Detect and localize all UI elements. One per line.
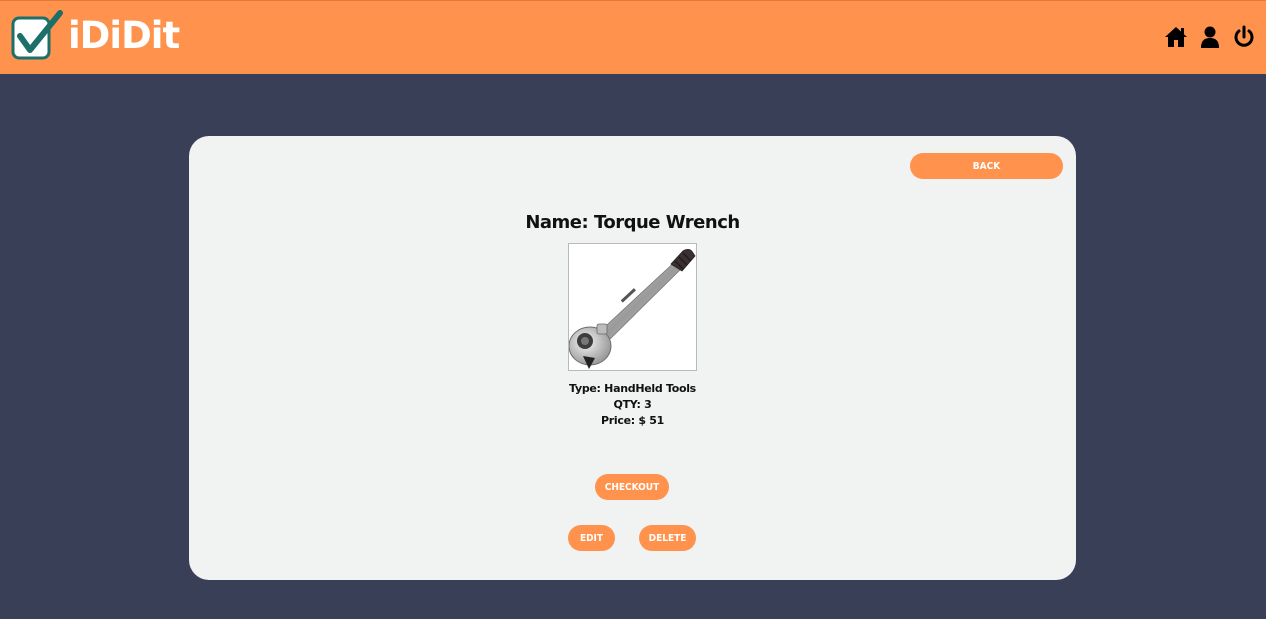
brand-name: iDiDit bbox=[68, 14, 180, 57]
item-type: Type: HandHeld Tools bbox=[569, 382, 696, 395]
user-icon[interactable] bbox=[1198, 25, 1222, 49]
home-icon[interactable] bbox=[1164, 25, 1188, 49]
item-detail-card: BACK Name: Torque Wrench Type: HandHeld … bbox=[189, 136, 1076, 580]
power-icon[interactable] bbox=[1232, 25, 1256, 49]
item-details: Type: HandHeld Tools QTY: 3 Price: $ 51 bbox=[189, 381, 1076, 429]
item-qty: QTY: 3 bbox=[613, 398, 652, 411]
nav-icons bbox=[1164, 25, 1256, 49]
checkbox-check-icon bbox=[11, 10, 63, 60]
edit-button[interactable]: EDIT bbox=[568, 525, 615, 551]
logo[interactable]: iDiDit bbox=[10, 10, 180, 62]
top-navbar: iDiDit bbox=[0, 0, 1266, 74]
checkout-button[interactable]: CHECKOUT bbox=[595, 474, 669, 500]
item-price: Price: $ 51 bbox=[601, 414, 664, 427]
item-name: Name: Torque Wrench bbox=[525, 212, 740, 233]
torque-wrench-image bbox=[568, 243, 697, 371]
back-button[interactable]: BACK bbox=[910, 153, 1063, 179]
delete-button[interactable]: DELETE bbox=[639, 525, 696, 551]
